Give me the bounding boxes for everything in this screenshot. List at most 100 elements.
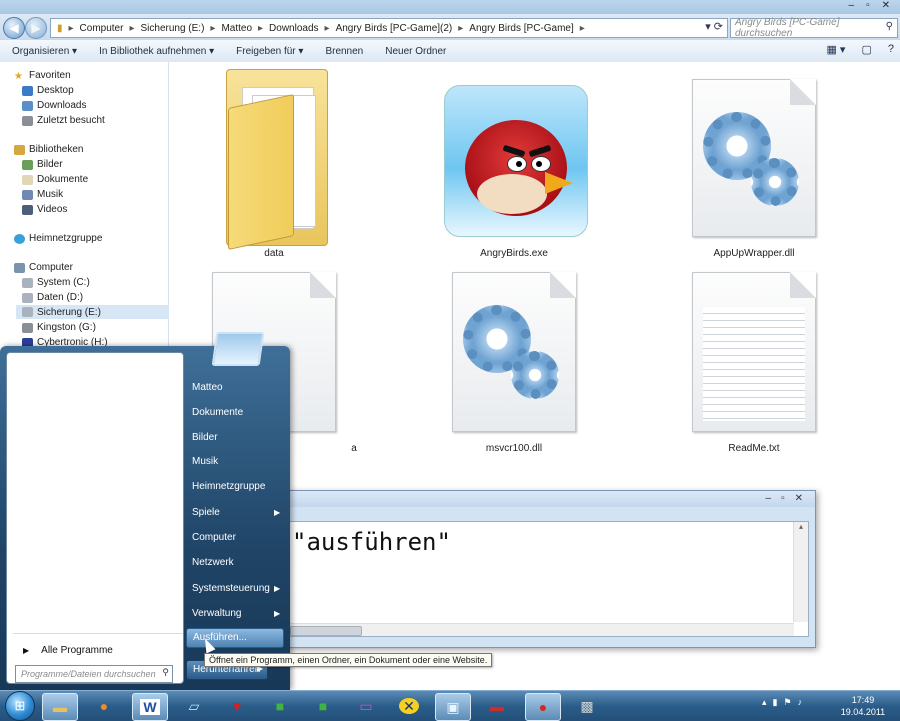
nav-videos[interactable]: Videos — [22, 204, 67, 215]
file-name: AppUpWrapper.dll — [713, 248, 795, 259]
nav-pictures[interactable]: Bilder — [22, 159, 63, 170]
user-picture[interactable] — [211, 332, 265, 366]
taskbar-firefox-icon[interactable]: ● — [87, 693, 121, 719]
close-icon[interactable]: ✕ — [882, 0, 890, 11]
taskbar-app-window-icon[interactable]: ▣ — [435, 693, 471, 721]
preview-pane-icon[interactable]: ▢ — [861, 43, 871, 56]
nav-libraries[interactable]: Bibliotheken — [14, 144, 83, 155]
nav-drive-d[interactable]: Daten (D:) — [22, 292, 83, 303]
start-item-spiele[interactable]: Spiele — [192, 507, 220, 518]
nav-label: Bibliotheken — [29, 144, 84, 155]
editor-text-area[interactable]: "ausführen" ▴ — [229, 521, 809, 637]
recent-places-icon — [22, 115, 33, 126]
nav-desktop[interactable]: Desktop — [22, 85, 74, 96]
taskbar-notepad-icon[interactable]: ▱ — [177, 693, 211, 719]
nav-label: Kingston (G:) — [37, 322, 96, 333]
refresh-icon[interactable]: ▾ ⟳ — [705, 20, 723, 33]
file-item-angrybirds-exe[interactable]: AngryBirds.exe — [434, 67, 594, 262]
start-item-bilder[interactable]: Bilder — [192, 432, 218, 443]
change-view-icon[interactable]: ▦ ▾ — [826, 43, 845, 56]
nav-documents[interactable]: Dokumente — [22, 174, 88, 185]
organize-button[interactable]: Organisieren ▾ — [12, 46, 77, 57]
share-with-button[interactable]: Freigeben für ▾ — [236, 46, 303, 57]
nav-label: Bilder — [37, 159, 63, 170]
start-button[interactable]: ⊞ — [5, 691, 35, 721]
nav-drive-g[interactable]: Kingston (G:) — [22, 322, 96, 333]
show-hidden-icons[interactable]: ▴ — [762, 697, 767, 708]
all-programs-button[interactable]: ▶ Alle Programme — [23, 645, 113, 656]
volume-icon[interactable]: ♪ — [798, 697, 803, 708]
start-item-systemsteuerung[interactable]: Systemsteuerung — [192, 583, 270, 594]
computer-icon — [14, 262, 25, 273]
maximize-icon[interactable]: ▫ — [866, 0, 870, 11]
taskbar-app-box-icon[interactable]: ▩ — [570, 693, 604, 719]
search-input[interactable]: Angry Birds [PC-Game] durchsuchen ⚲ — [730, 17, 898, 39]
vertical-scrollbar[interactable]: ▴ — [793, 522, 808, 622]
clock[interactable]: 17:49 19.04.2011 — [836, 694, 890, 718]
horizontal-scrollbar[interactable] — [230, 623, 794, 636]
taskbar-word-icon[interactable]: W — [132, 693, 168, 721]
start-item-computer[interactable]: Computer — [192, 532, 236, 543]
taskbar-app-green1-icon[interactable]: ■ — [263, 693, 297, 719]
file-name: data — [264, 248, 284, 259]
editor-window-controls: – ▫ ✕ — [766, 493, 804, 504]
file-item-msvcr100-dll[interactable]: msvcr100.dll — [434, 262, 594, 457]
include-in-library-button[interactable]: In Bibliothek aufnehmen ▾ — [99, 46, 214, 57]
network-icon[interactable]: ▮ — [773, 697, 778, 708]
nav-label: Favoriten — [29, 70, 71, 81]
breadcrumb-downloads[interactable]: Downloads — [269, 23, 318, 34]
start-search-input[interactable]: Programme/Dateien durchsuchen ⚲ — [15, 665, 173, 683]
nav-homegroup[interactable]: Heimnetzgruppe — [14, 233, 102, 244]
breadcrumb-matteo[interactable]: Matteo — [221, 23, 252, 34]
close-icon[interactable]: ✕ — [795, 493, 803, 504]
nav-recent[interactable]: Zuletzt besucht — [22, 115, 105, 126]
maximize-icon[interactable]: ▫ — [781, 493, 785, 504]
taskbar-app-pink-icon[interactable]: ▭ — [349, 693, 383, 719]
start-item-netzwerk[interactable]: Netzwerk — [192, 557, 234, 568]
address-field[interactable]: ▮ ▸ Computer ▸ Sicherung (E:) ▸ Matteo ▸ Dow… — [50, 18, 728, 38]
pictures-icon — [22, 159, 33, 170]
minimize-icon[interactable]: – — [849, 0, 855, 11]
start-item-dokumente[interactable]: Dokumente — [192, 407, 243, 418]
back-button[interactable]: ◀ — [3, 17, 25, 39]
breadcrumb-angrybirds[interactable]: Angry Birds [PC-Game] — [469, 23, 573, 34]
taskbar-download-icon[interactable]: ▼ — [220, 693, 254, 719]
action-center-flag-icon[interactable]: ⚑ — [783, 697, 791, 708]
nav-drive-e[interactable]: Sicherung (E:) — [16, 305, 172, 319]
start-item-verwaltung[interactable]: Verwaltung — [192, 608, 241, 619]
file-item-data[interactable]: data — [194, 67, 354, 262]
forward-button[interactable]: ▶ — [25, 17, 47, 39]
nav-label: Zuletzt besucht — [37, 115, 105, 126]
breadcrumb-angrybirds-2[interactable]: Angry Birds [PC-Game](2) — [336, 23, 453, 34]
help-icon[interactable]: ? — [888, 43, 894, 56]
start-item-heimnetzgruppe[interactable]: Heimnetzgruppe — [192, 481, 265, 492]
clock-time: 17:49 — [851, 695, 875, 705]
start-menu: ▶ Alle Programme Programme/Dateien durchs… — [0, 332, 290, 690]
start-item-matteo[interactable]: Matteo — [192, 382, 223, 393]
nav-music[interactable]: Musik — [22, 189, 63, 200]
taskbar-explorer-icon[interactable]: ▬ — [42, 693, 78, 721]
file-item-appupwrapper-dll[interactable]: AppUpWrapper.dll — [674, 67, 834, 262]
taskbar-angrybirds-icon[interactable]: ● — [525, 693, 561, 721]
taskbar-app-green2-icon[interactable]: ■ — [306, 693, 340, 719]
start-menu-programs-pane: ▶ Alle Programme Programme/Dateien durchs… — [6, 352, 184, 684]
start-item-musik[interactable]: Musik — [192, 456, 218, 467]
taskbar-app-x-icon[interactable]: ✕ — [392, 693, 426, 719]
nav-drive-c[interactable]: System (C:) — [22, 277, 90, 288]
taskbar-app-red-icon[interactable]: ▬ — [480, 693, 514, 719]
new-folder-button[interactable]: Neuer Ordner — [385, 46, 446, 57]
breadcrumb-sicherung[interactable]: Sicherung (E:) — [140, 23, 204, 34]
nav-label: Desktop — [37, 85, 74, 96]
file-item-readme-txt[interactable]: ReadMe.txt — [674, 262, 834, 457]
window-controls: – ▫ ✕ — [849, 0, 891, 11]
minimize-icon[interactable]: – — [766, 493, 772, 504]
nav-label: Dokumente — [37, 174, 89, 185]
scroll-thumb[interactable] — [290, 626, 362, 636]
burn-button[interactable]: Brennen — [325, 46, 363, 57]
nav-computer[interactable]: Computer — [14, 262, 73, 273]
angry-bird-icon — [444, 85, 588, 237]
run-button[interactable]: Ausführen... — [186, 628, 284, 648]
breadcrumb-computer[interactable]: Computer — [80, 23, 124, 34]
nav-downloads[interactable]: Downloads — [22, 100, 86, 111]
nav-favorites[interactable]: ★ Favoriten — [14, 70, 71, 82]
